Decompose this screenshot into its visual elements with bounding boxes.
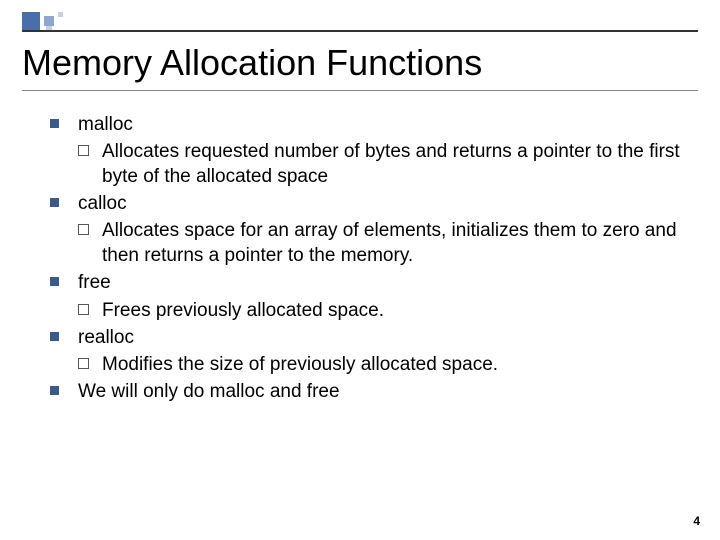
- bullet-malloc-desc: Allocates requested number of bytes and …: [78, 139, 690, 189]
- bullet-summary: We will only do malloc and free: [50, 379, 690, 404]
- corner-squares-icon: [22, 12, 82, 36]
- bullet-malloc: malloc: [50, 112, 690, 137]
- page-number: 4: [693, 514, 700, 528]
- bullet-free-desc: Frees previously allocated space.: [78, 298, 690, 323]
- bullet-free: free: [50, 270, 690, 295]
- title-rule-top: [22, 30, 698, 32]
- bullet-calloc: calloc: [50, 191, 690, 216]
- bullet-calloc-desc: Allocates space for an array of elements…: [78, 218, 690, 268]
- bullet-realloc-desc: Modifies the size of previously allocate…: [78, 352, 690, 377]
- slide-title: Memory Allocation Functions: [22, 42, 482, 84]
- slide-body: malloc Allocates requested number of byt…: [50, 112, 690, 406]
- bullet-realloc: realloc: [50, 325, 690, 350]
- title-rule-bottom: [22, 90, 698, 91]
